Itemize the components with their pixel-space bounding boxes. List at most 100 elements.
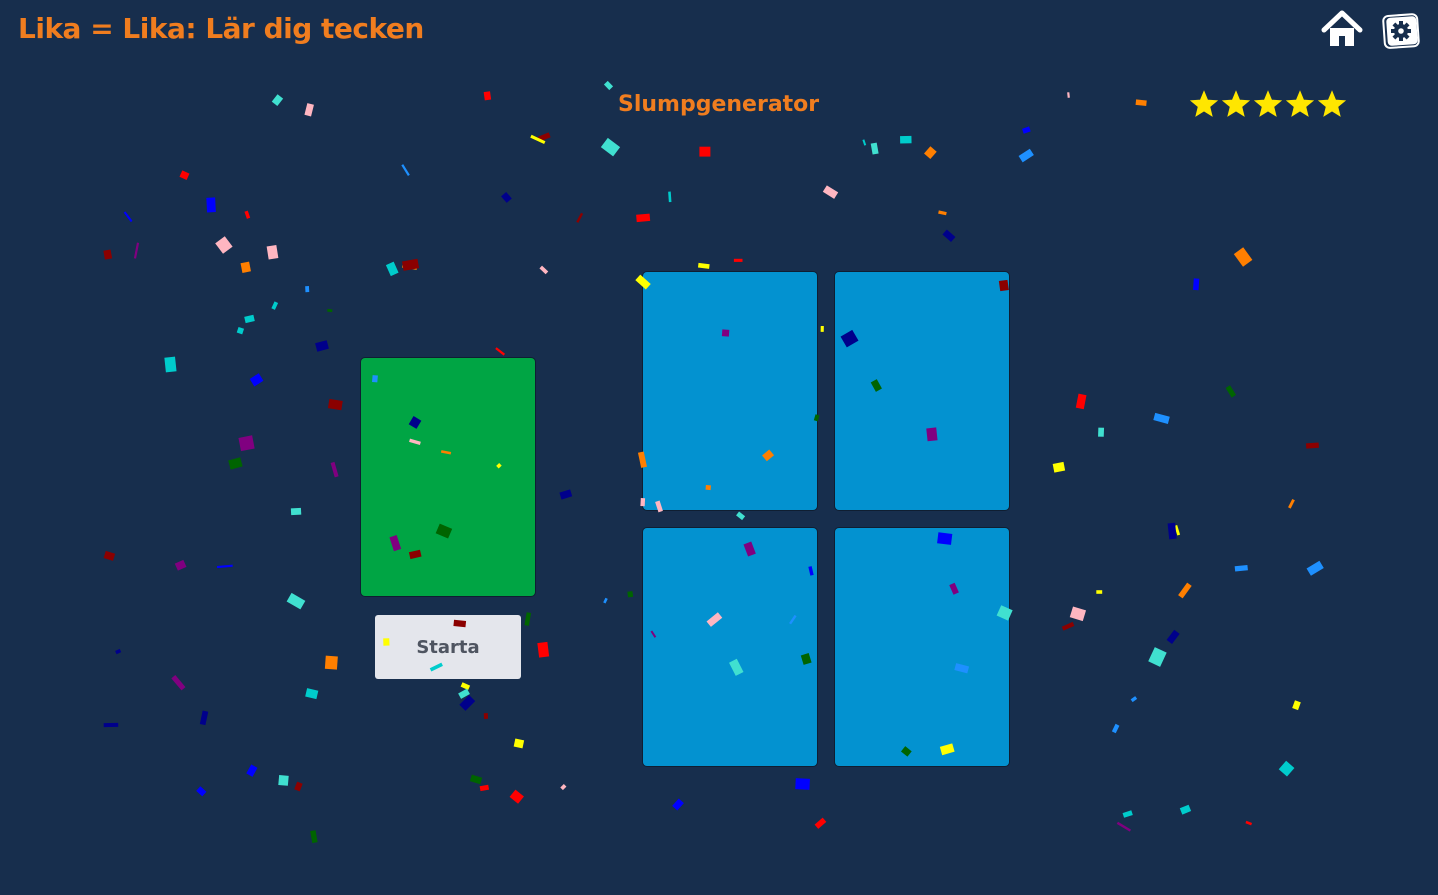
confetti-piece <box>1018 148 1034 163</box>
confetti-piece <box>1292 700 1301 711</box>
star-icon <box>1190 90 1218 117</box>
confetti-piece <box>699 146 711 157</box>
confetti-piece <box>385 261 399 277</box>
confetti-piece <box>870 142 879 155</box>
confetti-piece <box>469 774 483 785</box>
confetti-piece <box>1305 442 1319 449</box>
star-icon <box>1222 90 1250 117</box>
confetti-piece <box>330 461 339 478</box>
star-icon <box>1254 90 1282 117</box>
confetti-piece <box>1225 385 1237 398</box>
confetti-piece <box>1288 498 1295 509</box>
confetti-piece <box>1067 92 1070 98</box>
confetti-piece <box>495 347 506 356</box>
confetti-piece <box>636 213 651 223</box>
confetti-piece <box>600 137 621 157</box>
confetti-piece <box>1111 723 1120 734</box>
confetti-piece <box>266 245 279 260</box>
confetti-piece <box>524 612 532 626</box>
confetti-piece <box>795 778 810 790</box>
confetti-piece <box>460 682 471 691</box>
confetti-piece <box>324 655 338 670</box>
confetti-piece <box>327 398 343 411</box>
confetti-piece <box>862 139 867 146</box>
confetti-piece <box>530 134 546 145</box>
confetti-piece <box>240 261 251 273</box>
confetti-piece <box>294 781 303 792</box>
confetti-piece <box>196 786 207 797</box>
confetti-piece <box>501 191 512 203</box>
confetti-piece <box>103 249 113 260</box>
confetti-piece <box>900 135 912 144</box>
settings-button[interactable] <box>1380 8 1424 52</box>
confetti-piece <box>668 191 672 203</box>
confetti-piece <box>483 712 489 720</box>
confetti-piece <box>123 211 133 223</box>
star-rating <box>1190 90 1346 118</box>
confetti-piece <box>115 648 122 655</box>
confetti-piece <box>215 236 233 254</box>
confetti-piece <box>1130 696 1138 703</box>
confetti-piece <box>401 164 410 176</box>
confetti-piece <box>1245 820 1253 826</box>
confetti-piece <box>271 301 279 310</box>
home-icon <box>1321 10 1363 46</box>
start-button[interactable]: Starta <box>375 615 521 679</box>
confetti-piece <box>1153 412 1170 424</box>
confetti-piece <box>1075 393 1087 410</box>
confetti-piece <box>315 340 329 352</box>
app-title: Lika = Lika: Lär dig tecken <box>18 12 424 45</box>
confetti-piece <box>216 564 233 569</box>
confetti-piece <box>560 783 567 791</box>
mode-title: Slumpgenerator <box>618 92 820 117</box>
confetti-piece <box>1116 821 1132 832</box>
confetti-piece <box>942 229 956 243</box>
confetti-piece <box>537 641 550 658</box>
confetti-piece <box>1096 590 1103 594</box>
confetti-piece <box>1061 621 1075 631</box>
confetti-piece <box>199 710 209 726</box>
confetti-piece <box>310 830 318 844</box>
confetti-piece <box>509 789 524 804</box>
home-button[interactable] <box>1320 8 1364 52</box>
gear-icon <box>1382 13 1420 49</box>
star-icon <box>1286 90 1314 117</box>
confetti-piece <box>459 695 476 711</box>
confetti-piece <box>304 103 314 117</box>
confetti-piece <box>537 132 551 142</box>
confetti-piece <box>402 261 418 270</box>
confetti-piece <box>458 688 470 699</box>
choice-card[interactable] <box>643 272 817 510</box>
confetti-piece <box>814 817 827 829</box>
confetti-piece <box>820 325 824 332</box>
confetti-piece <box>1135 99 1147 106</box>
confetti-piece <box>286 592 306 610</box>
confetti-piece <box>206 197 216 213</box>
confetti-piece <box>401 258 420 271</box>
confetti-piece <box>278 774 289 786</box>
confetti-piece <box>236 326 245 335</box>
confetti-piece <box>246 764 258 777</box>
choice-card[interactable] <box>835 272 1009 510</box>
choice-card[interactable] <box>835 528 1009 766</box>
confetti-piece <box>271 94 284 107</box>
confetti-piece <box>174 559 187 571</box>
confetti-piece <box>305 286 310 293</box>
confetti-piece <box>483 91 492 101</box>
confetti-piece <box>179 170 190 180</box>
confetti-piece <box>103 550 116 561</box>
confetti-piece <box>228 457 243 470</box>
confetti-piece <box>1167 522 1177 540</box>
confetti-piece <box>164 356 177 373</box>
confetti-piece <box>479 784 490 792</box>
confetti-piece <box>513 738 525 749</box>
sign-card[interactable] <box>361 358 535 596</box>
confetti-piece <box>171 674 186 691</box>
confetti-piece <box>603 80 614 91</box>
choice-card[interactable] <box>643 528 817 766</box>
confetti-piece <box>1306 560 1324 576</box>
confetti-piece <box>1234 564 1248 572</box>
confetti-piece <box>559 489 573 500</box>
confetti-piece <box>822 185 839 199</box>
confetti-piece <box>244 314 255 324</box>
